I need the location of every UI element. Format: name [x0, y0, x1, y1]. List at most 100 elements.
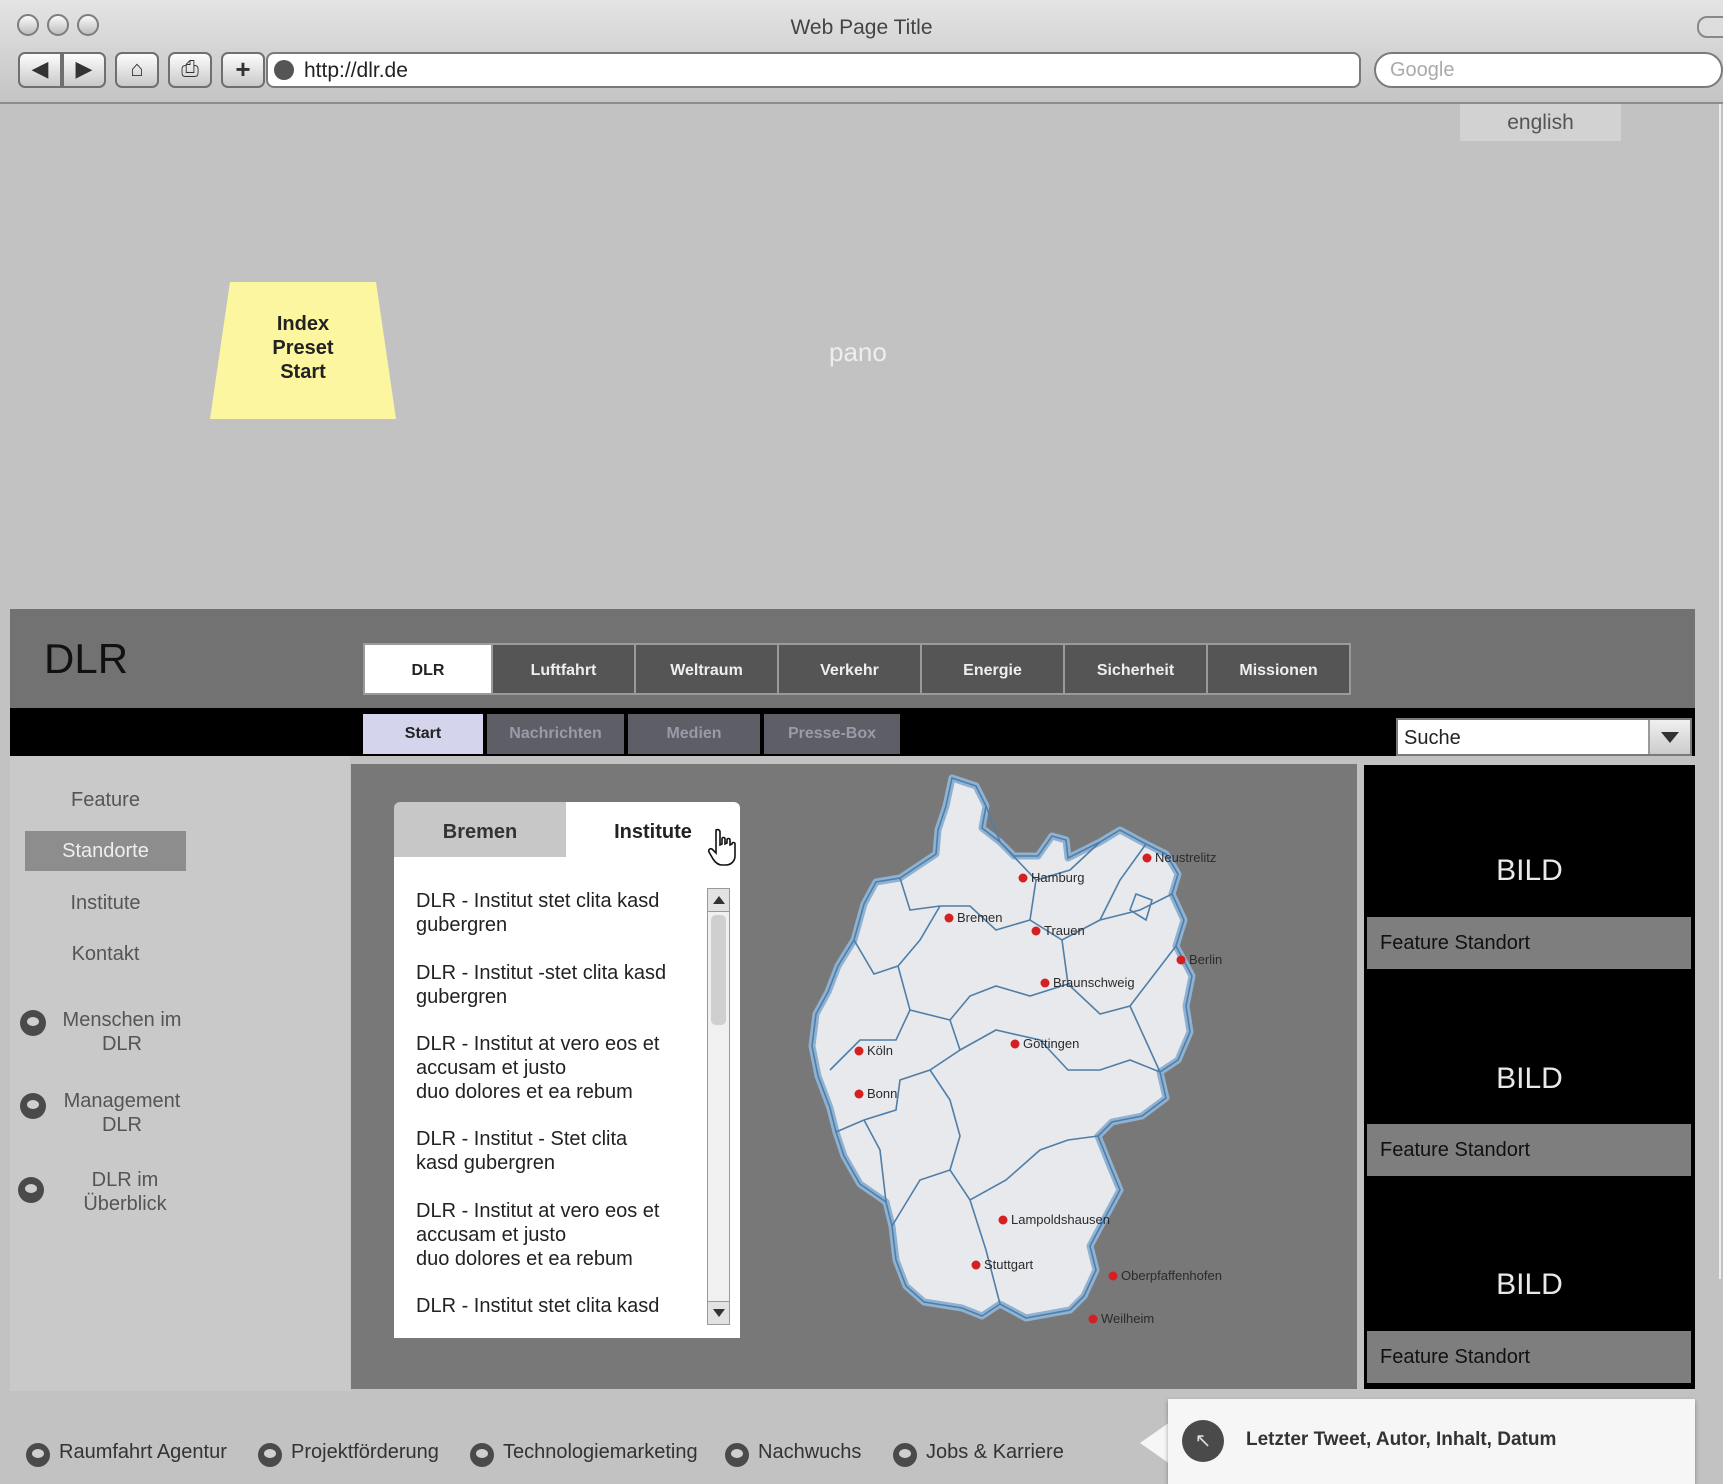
city-label: Lampoldshausen: [1011, 1212, 1110, 1227]
feature-caption[interactable]: Feature Standort: [1367, 1124, 1691, 1176]
forward-arrow-icon: ▶: [75, 56, 93, 81]
list-item-line: gubergren: [416, 914, 508, 936]
list-item-line: kasd gubergren: [416, 1152, 555, 1174]
home-button[interactable]: ⌂: [115, 52, 159, 88]
sub-tab-presse-box[interactable]: Presse-Box: [764, 714, 900, 754]
feature-image-placeholder[interactable]: BILD: [1364, 1268, 1695, 1302]
footer-link-jobs-karriere[interactable]: Jobs & Karriere: [926, 1441, 1064, 1464]
sidebar-item-standorte[interactable]: Standorte: [25, 831, 186, 871]
sub-tab-medien[interactable]: Medien: [628, 714, 760, 754]
hand-cursor-icon: [708, 828, 736, 866]
sidebar-item-feature[interactable]: Feature: [25, 789, 186, 812]
sidebar-item-kontakt[interactable]: Kontakt: [25, 943, 186, 966]
list-item[interactable]: DLR - Institut at vero eos et accusam et…: [416, 1199, 686, 1271]
scroll-up-arrow-icon[interactable]: [708, 889, 729, 912]
sidebar-link-line: DLR im: [91, 1169, 159, 1191]
city-label: Bremen: [957, 910, 1003, 925]
list-item-line: DLR - Institut - Stet clita: [416, 1128, 628, 1150]
list-item-line: DLR - Institut at vero eos et: [416, 1200, 660, 1222]
footer-link-projektfoerderung[interactable]: Projektförderung: [291, 1441, 439, 1464]
sidebar-link-line: Überblick: [83, 1193, 167, 1215]
globe-icon: [274, 60, 294, 80]
list-item-line: DLR - Institut -stet clita kasd: [416, 962, 667, 984]
feature-caption-text: Feature Standort: [1380, 1346, 1531, 1368]
sticky-note: Index Preset Start: [210, 282, 396, 419]
sidebar-item-institute[interactable]: Institute: [25, 892, 186, 915]
footer-link-technologiemarketing[interactable]: Technologiemarketing: [503, 1441, 698, 1464]
main-tab-sicherheit[interactable]: Sicherheit: [1063, 643, 1208, 695]
sidebar-link-line: DLR: [101, 1114, 142, 1136]
sticky-line: Preset: [272, 337, 334, 359]
main-tab-luftfahrt[interactable]: Luftfahrt: [491, 643, 636, 695]
city-label: Bonn: [867, 1086, 897, 1101]
speech-bubble-icon: [725, 1443, 749, 1467]
list-item-line: accusam et justo: [416, 1224, 567, 1246]
list-item[interactable]: DLR - Institut stet clita kasd gubergren: [416, 889, 686, 937]
chevron-down-icon: [1661, 732, 1679, 743]
sub-tab-start[interactable]: Start: [363, 714, 483, 754]
city-label: Trauen: [1044, 923, 1085, 938]
toolbar-toggle-button[interactable]: [1697, 16, 1723, 38]
browser-search-input[interactable]: Google: [1374, 52, 1723, 88]
print-button[interactable]: ⎙: [168, 52, 212, 88]
sidebar-link-management[interactable]: Management DLR: [52, 1089, 192, 1137]
site-logo[interactable]: DLR: [44, 635, 128, 683]
speech-bubble-icon: [18, 1177, 44, 1203]
sidebar-link-ueberblick[interactable]: DLR im Überblick: [55, 1168, 195, 1216]
latest-tweet-box[interactable]: ↖ Letzter Tweet, Autor, Inhalt, Datum: [1168, 1399, 1695, 1484]
speech-bubble-icon: [893, 1443, 917, 1467]
feature-caption[interactable]: Feature Standort: [1367, 917, 1691, 969]
twitter-icon: ↖: [1182, 1420, 1224, 1462]
feature-image-placeholder[interactable]: BILD: [1364, 1062, 1695, 1096]
speech-bubble-icon: [470, 1443, 494, 1467]
sticky-line: Start: [280, 361, 326, 383]
scroll-down-arrow-icon[interactable]: [708, 1301, 729, 1324]
main-tab-verkehr[interactable]: Verkehr: [777, 643, 922, 695]
list-item[interactable]: DLR - Institut -stet clita kasd gubergre…: [416, 961, 686, 1009]
institute-list: DLR - Institut stet clita kasd gubergren…: [394, 857, 740, 1338]
list-item[interactable]: DLR - Institut at vero eos et accusam et…: [416, 1032, 686, 1104]
browser-chrome: Web Page Title ◀ ▶ ⌂ ⎙ + http://dlr.de G…: [0, 0, 1723, 104]
tweet-bubble-pointer: [1140, 1422, 1170, 1464]
back-button[interactable]: ◀: [18, 52, 62, 88]
germany-map[interactable]: Neustrelitz Hamburg Bremen Trauen Berlin…: [800, 770, 1280, 1385]
main-tab-missionen[interactable]: Missionen: [1206, 643, 1351, 695]
city-label: Köln: [867, 1043, 893, 1058]
feature-image-placeholder[interactable]: BILD: [1364, 854, 1695, 888]
sidebar-link-line: DLR: [101, 1033, 142, 1055]
sidebar-link-line: Menschen im: [62, 1009, 182, 1031]
feature-caption-text: Feature Standort: [1380, 1139, 1531, 1161]
speech-bubble-icon: [26, 1443, 50, 1467]
footer-link-raumfahrt-agentur[interactable]: Raumfahrt Agentur: [59, 1441, 227, 1464]
print-icon: ⎙: [181, 56, 199, 81]
scroll-edge: [1719, 104, 1721, 1279]
add-bookmark-button[interactable]: +: [221, 52, 265, 88]
list-scrollbar[interactable]: [707, 888, 730, 1325]
speech-bubble-icon: [20, 1010, 46, 1036]
scroll-thumb[interactable]: [711, 915, 726, 1025]
list-item-line: DLR - Institut stet clita kasd: [416, 1295, 660, 1317]
list-item[interactable]: DLR - Institut - Stet clita kasd gubergr…: [416, 1127, 686, 1175]
list-item-line: duo dolores et ea rebum: [416, 1248, 633, 1270]
list-item[interactable]: DLR - Institut stet clita kasd: [416, 1294, 686, 1318]
url-bar[interactable]: http://dlr.de: [266, 52, 1361, 88]
latest-tweet-text: Letzter Tweet, Autor, Inhalt, Datum: [1246, 1429, 1557, 1450]
window-title: Web Page Title: [790, 16, 933, 39]
feature-caption-text: Feature Standort: [1380, 932, 1531, 954]
main-tab-energie[interactable]: Energie: [920, 643, 1065, 695]
footer-link-nachwuchs[interactable]: Nachwuchs: [758, 1441, 861, 1464]
site-search-value: Suche: [1404, 727, 1461, 749]
site-search-select[interactable]: Suche: [1396, 718, 1692, 756]
main-tab-weltraum[interactable]: Weltraum: [634, 643, 779, 695]
city-label: Neustrelitz: [1155, 850, 1216, 865]
tab-bremen[interactable]: Bremen: [394, 802, 566, 857]
forward-button[interactable]: ▶: [62, 52, 106, 88]
sub-tab-nachrichten[interactable]: Nachrichten: [487, 714, 624, 754]
home-icon: ⌂: [130, 56, 144, 81]
main-tab-dlr[interactable]: DLR: [363, 643, 493, 695]
language-switch[interactable]: english: [1460, 104, 1621, 141]
dropdown-button[interactable]: [1648, 720, 1690, 754]
sticky-line: Index: [276, 313, 330, 335]
sidebar-link-menschen[interactable]: Menschen im DLR: [52, 1008, 192, 1056]
feature-caption[interactable]: Feature Standort: [1367, 1331, 1691, 1383]
